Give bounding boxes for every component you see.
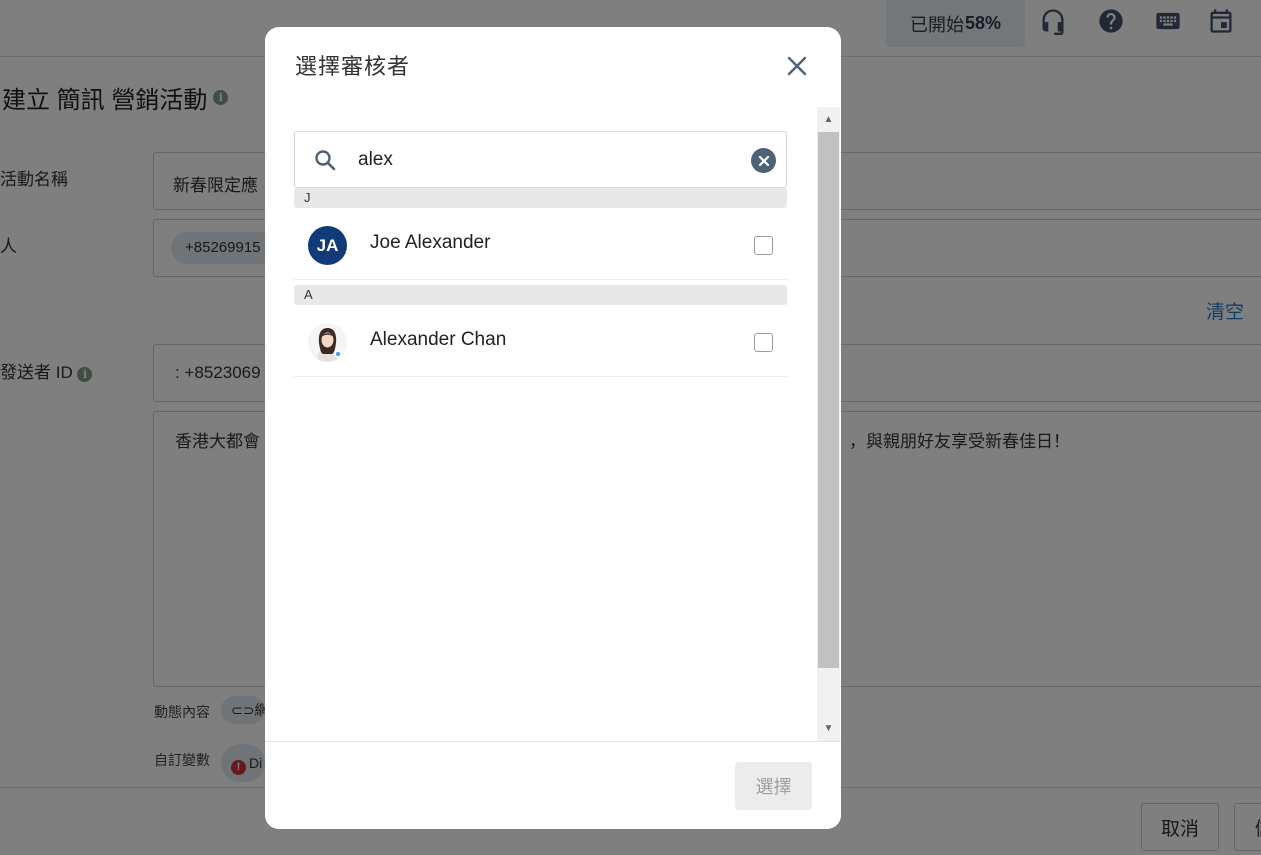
avatar: JA [308,226,347,265]
scroll-down-icon[interactable]: ▼ [817,720,840,737]
select-checkbox[interactable] [754,333,773,352]
group-header-j: J [294,188,787,208]
search-input[interactable] [358,146,728,174]
person-photo-icon [308,323,347,362]
close-icon[interactable] [785,54,809,78]
list-item-joe-alexander[interactable]: JA Joe Alexander [294,208,787,280]
list-item-alexander-chan[interactable]: Alexander Chan [294,305,787,377]
dialog-title: 選擇審核者 [295,54,411,79]
scrollbar[interactable]: ▲ ▼ [817,107,840,741]
scroll-thumb[interactable] [818,132,839,668]
scroll-up-icon[interactable]: ▲ [817,111,840,128]
item-name: Joe Alexander [370,232,491,253]
group-header-a: A [294,285,787,305]
search-icon [315,150,336,171]
clear-search-icon[interactable] [751,148,776,173]
select-button[interactable]: 選擇 [735,762,812,810]
item-name: Alexander Chan [370,329,507,350]
dialog-footer: 選擇 [265,741,841,829]
search-field[interactable] [294,131,787,188]
select-reviewer-dialog: 選擇審核者 J JA Joe Alexander A [265,27,841,829]
select-checkbox[interactable] [754,236,773,255]
avatar [308,323,347,362]
